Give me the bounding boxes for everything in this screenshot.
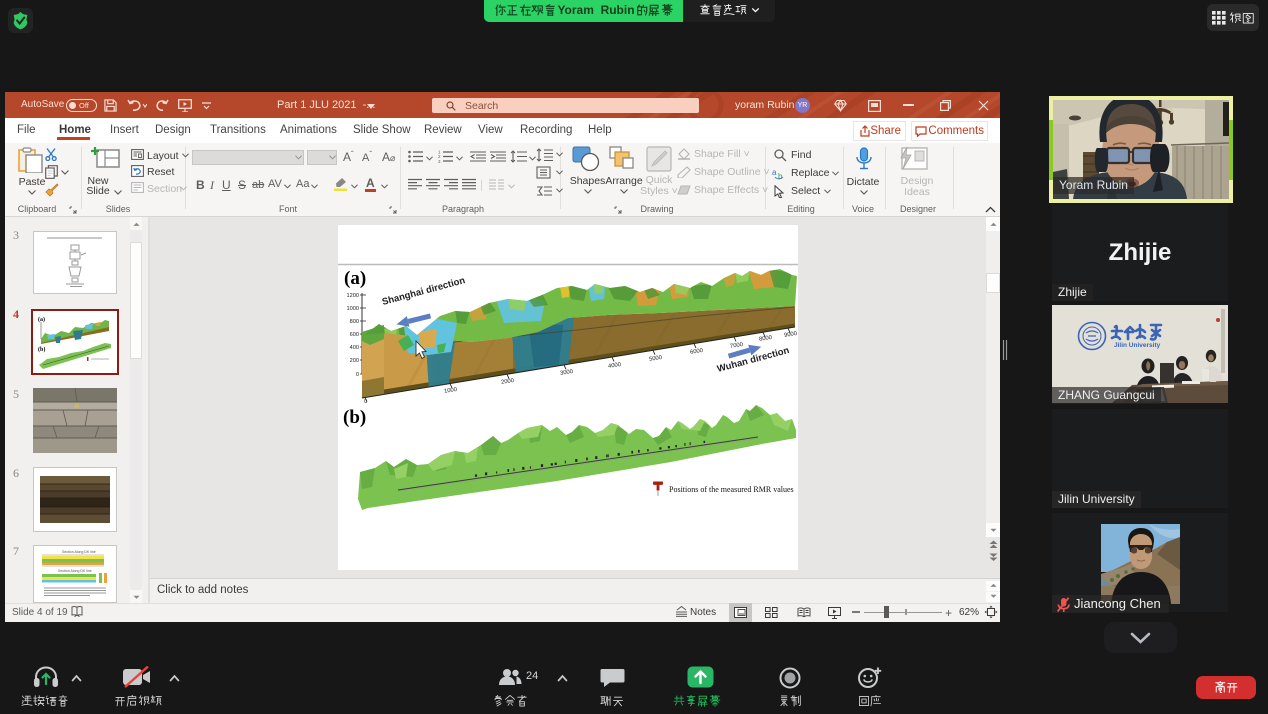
svg-text:800: 800 bbox=[350, 319, 359, 325]
svg-text:400: 400 bbox=[350, 345, 359, 351]
svg-text:Section Along DK line: Section Along DK line bbox=[58, 569, 92, 573]
svg-text:(b): (b) bbox=[38, 346, 45, 353]
svg-text:1200: 1200 bbox=[347, 293, 359, 299]
svg-text:a: a bbox=[772, 168, 777, 177]
svg-text:0: 0 bbox=[356, 372, 359, 378]
svg-text:(a): (a) bbox=[38, 316, 45, 323]
svg-text:Positions of the measured RMR: Positions of the measured RMR values bbox=[669, 485, 794, 494]
svg-text:Jilin University: Jilin University bbox=[1114, 342, 1161, 349]
svg-text:3: 3 bbox=[438, 159, 441, 163]
svg-text:600: 600 bbox=[350, 332, 359, 338]
svg-text:200: 200 bbox=[350, 358, 359, 364]
svg-text:1000: 1000 bbox=[347, 306, 359, 312]
svg-text:Section Along DK line: Section Along DK line bbox=[62, 550, 96, 554]
svg-text:(a): (a) bbox=[344, 268, 366, 289]
svg-text:(b): (b) bbox=[343, 407, 366, 428]
